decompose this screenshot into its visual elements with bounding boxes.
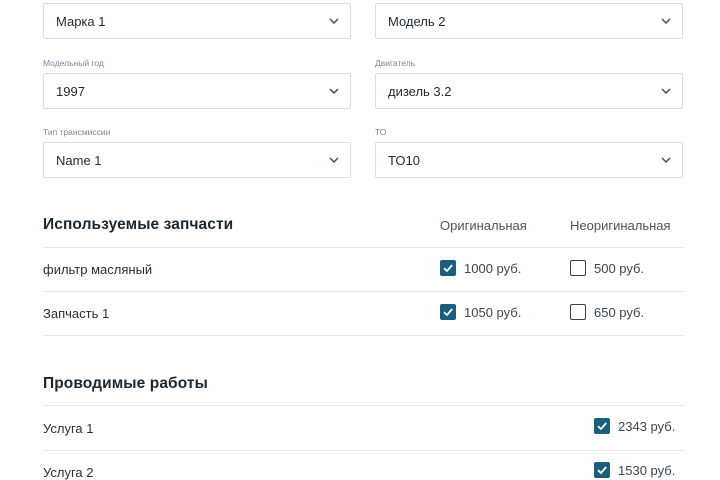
nonoriginal-price: 500 руб. [594, 261, 645, 276]
work-price: 1530 руб. [618, 463, 676, 478]
original-price: 1000 руб. [464, 261, 522, 276]
original-price: 1050 руб. [464, 305, 522, 320]
divider [43, 291, 684, 292]
engine-select[interactable]: дизель 3.2 [375, 73, 683, 109]
chevron-down-icon [329, 18, 339, 24]
transmission-label: Тип трансмиссии [43, 127, 111, 137]
brand-select-value: Марка 1 [56, 14, 106, 29]
year-select[interactable]: 1997 [43, 73, 351, 109]
work-name: Услуга 1 [43, 421, 94, 436]
nonoriginal-checkbox[interactable] [570, 304, 586, 320]
chevron-down-icon [661, 157, 671, 163]
divider [43, 335, 684, 336]
brand-select[interactable]: Марка 1 [43, 3, 351, 39]
chevron-down-icon [329, 88, 339, 94]
checkmark-icon [597, 466, 607, 475]
engine-select-value: дизель 3.2 [388, 84, 452, 99]
year-label: Модельный год [43, 58, 104, 68]
divider [43, 405, 684, 406]
works-section-title: Проводимые работы [43, 375, 208, 392]
part-name: фильтр масляный [43, 262, 153, 277]
model-select-value: Модель 2 [388, 14, 446, 29]
nonoriginal-price: 650 руб. [594, 305, 645, 320]
work-name: Услуга 2 [43, 465, 94, 480]
model-select[interactable]: Модель 2 [375, 3, 683, 39]
nonoriginal-column-header: Неоригинальная [570, 218, 671, 233]
original-column-header: Оригинальная [440, 218, 527, 233]
work-checkbox[interactable] [594, 418, 610, 434]
work-checkbox[interactable] [594, 462, 610, 478]
original-checkbox[interactable] [440, 260, 456, 276]
divider [43, 247, 684, 248]
divider [43, 450, 684, 451]
transmission-select[interactable]: Name 1 [43, 142, 351, 178]
work-price: 2343 руб. [618, 419, 676, 434]
checkmark-icon [443, 264, 453, 273]
service-select-value: ТО10 [388, 153, 420, 168]
parts-section-title: Используемые запчасти [43, 216, 234, 233]
checkmark-icon [443, 308, 453, 317]
nonoriginal-checkbox[interactable] [570, 260, 586, 276]
transmission-select-value: Name 1 [56, 153, 102, 168]
chevron-down-icon [329, 157, 339, 163]
part-name: Запчасть 1 [43, 306, 110, 321]
checkmark-icon [597, 422, 607, 431]
service-select[interactable]: ТО10 [375, 142, 683, 178]
year-select-value: 1997 [56, 84, 85, 99]
engine-label: Двигатель [375, 58, 416, 68]
service-label: ТО [375, 127, 387, 137]
original-checkbox[interactable] [440, 304, 456, 320]
chevron-down-icon [661, 18, 671, 24]
chevron-down-icon [661, 88, 671, 94]
